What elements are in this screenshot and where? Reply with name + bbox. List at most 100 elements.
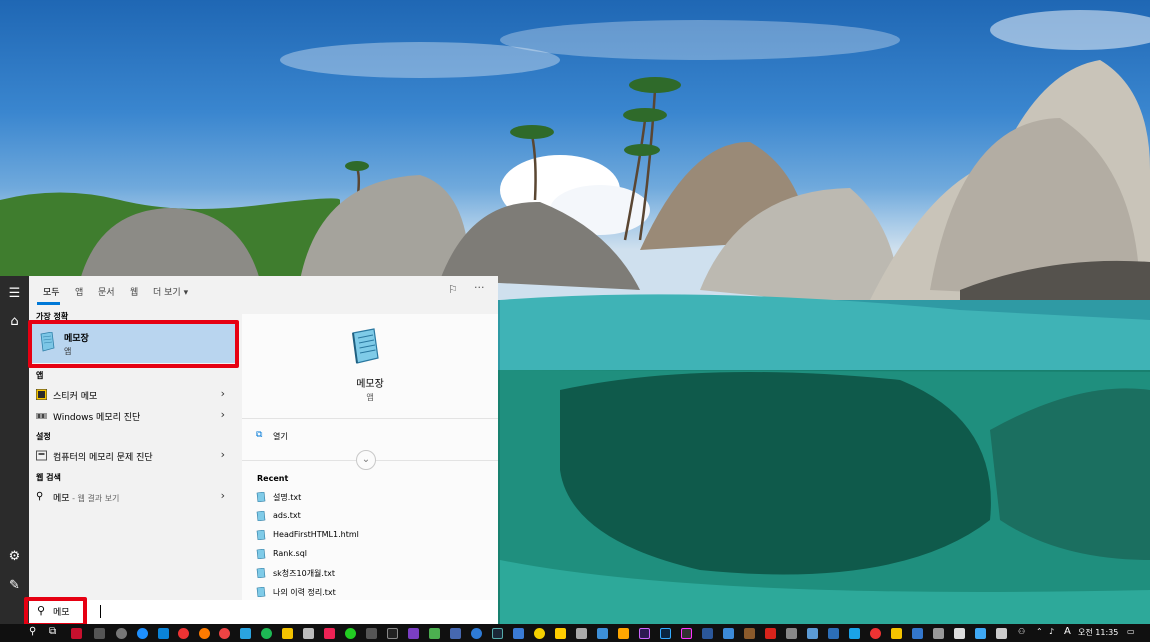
chevron-down-icon: ▾ [183, 288, 189, 298]
result-windows-memory-diagnostic[interactable]: Windows 메모리 진단 › [32, 405, 235, 425]
word-icon[interactable] [702, 628, 713, 639]
app-icon[interactable] [116, 628, 127, 639]
app-icon[interactable] [723, 628, 734, 639]
settings-gear-icon[interactable]: ⚙ [7, 549, 22, 564]
start-rail: ☰ ⌂ ⚙ ✎ [0, 276, 29, 624]
app-icon[interactable] [828, 628, 839, 639]
search-tabs: 모두 앱 문서 웹 더 보기 ▾ ⚐ ··· [29, 276, 498, 306]
result-label: 스티커 메모 [53, 392, 98, 402]
app-icon[interactable] [996, 628, 1007, 639]
premiere-icon[interactable] [639, 628, 650, 639]
chevron-right-icon[interactable]: › [221, 489, 225, 502]
notification-icon[interactable]: ▭ [1127, 627, 1135, 636]
clock[interactable]: 오전 11:35 [1078, 627, 1118, 638]
sticky-notes-icon [36, 389, 47, 400]
recent-file[interactable]: Rank.sql [256, 547, 486, 563]
app-icon[interactable] [429, 628, 440, 639]
recent-file-name: Rank.sql [273, 549, 307, 558]
app-icon[interactable] [786, 628, 797, 639]
feedback-icon[interactable]: ✎ [7, 578, 22, 593]
web-search-heading: 웹 검색 [36, 473, 61, 482]
app-icon[interactable] [618, 628, 629, 639]
open-action[interactable]: ⧉ 열기 [256, 430, 486, 446]
tray-chevron-up-icon[interactable]: ⌃ [1036, 627, 1043, 636]
active-tab-indicator [37, 302, 60, 305]
notepad-file-icon [256, 568, 266, 578]
people-icon[interactable]: ⚇ [1018, 627, 1025, 636]
tab-apps[interactable]: 앱 [75, 285, 83, 298]
file-explorer-icon[interactable] [282, 628, 293, 639]
app-icon[interactable] [366, 628, 377, 639]
filezilla-icon[interactable] [765, 628, 776, 639]
open-label: 열기 [273, 432, 288, 441]
tab-documents[interactable]: 문서 [98, 285, 115, 298]
settings-item-icon [36, 450, 47, 461]
app-icon[interactable] [576, 628, 587, 639]
firefox-icon[interactable] [199, 628, 210, 639]
kakaotalk-icon[interactable] [555, 628, 566, 639]
app-icon[interactable] [345, 628, 356, 639]
app-icon[interactable] [870, 628, 881, 639]
expand-chevron-icon[interactable]: ⌄ [356, 450, 376, 470]
app-icon[interactable] [261, 628, 272, 639]
app-icon[interactable] [954, 628, 965, 639]
recent-file-name: sk청즈10개월.txt [273, 569, 335, 578]
home-icon[interactable]: ⌂ [7, 314, 22, 329]
task-view-icon[interactable]: ⧉ [49, 626, 56, 637]
highlight-box-search [24, 597, 87, 627]
app-icon[interactable] [324, 628, 335, 639]
app-icon[interactable] [681, 628, 692, 639]
tab-all[interactable]: 모두 [43, 285, 60, 298]
app-icon[interactable] [471, 628, 482, 639]
app-icon[interactable] [912, 628, 923, 639]
store-icon[interactable] [303, 628, 314, 639]
app-icon[interactable] [178, 628, 189, 639]
app-icon[interactable] [744, 628, 755, 639]
app-icon[interactable] [933, 628, 944, 639]
input-language-indicator[interactable]: A [1064, 626, 1071, 637]
recent-file[interactable]: 나의 이력 정리.txt [256, 585, 486, 601]
chrome-icon[interactable] [219, 628, 230, 639]
more-options-icon[interactable]: ··· [474, 281, 485, 294]
result-memory-problem-settings[interactable]: 컴퓨터의 메모리 문제 진단 › [32, 445, 235, 465]
hamburger-menu-icon[interactable]: ☰ [7, 286, 22, 301]
app-icon[interactable] [849, 628, 860, 639]
app-icon[interactable] [597, 628, 608, 639]
notepad-file-icon [256, 492, 266, 502]
app-icon[interactable] [513, 628, 524, 639]
search-bar[interactable]: ⚲ 메모 [29, 600, 498, 624]
result-sticky-notes[interactable]: 스티커 메모 › [32, 384, 235, 404]
app-icon[interactable] [534, 628, 545, 639]
apps-heading: 앱 [36, 371, 44, 380]
result-web-search[interactable]: ⚲ 메모 - 웹 결과 보기 › [32, 486, 235, 506]
app-icon[interactable] [975, 628, 986, 639]
app-icon[interactable] [94, 628, 105, 639]
recent-file[interactable]: 설명.txt [256, 490, 486, 506]
volume-icon[interactable]: ♪ [1049, 627, 1054, 636]
tab-more[interactable]: 더 보기 ▾ [153, 285, 188, 298]
app-icon[interactable] [891, 628, 902, 639]
search-icon[interactable]: ⚲ [29, 626, 36, 637]
photoshop-icon[interactable] [660, 628, 671, 639]
app-icon[interactable] [240, 628, 251, 639]
recent-file[interactable]: HeadFirstHTML1.html [256, 528, 486, 544]
notepad-file-icon [256, 530, 266, 540]
app-icon[interactable] [137, 628, 148, 639]
chevron-right-icon[interactable]: › [221, 387, 225, 400]
app-icon[interactable] [807, 628, 818, 639]
steam-icon[interactable] [492, 628, 503, 639]
recent-file[interactable]: sk청즈10개월.txt [256, 566, 486, 582]
app-icon[interactable] [450, 628, 461, 639]
notepad-file-icon [256, 587, 266, 597]
edge-icon[interactable] [158, 628, 169, 639]
recent-file[interactable]: ads.txt [256, 509, 486, 525]
tab-web[interactable]: 웹 [130, 285, 138, 298]
recent-file-name: 설명.txt [273, 493, 302, 502]
chevron-right-icon[interactable]: › [221, 408, 225, 421]
visual-studio-icon[interactable] [408, 628, 419, 639]
notepad-file-icon [256, 511, 266, 521]
app-icon[interactable] [71, 628, 82, 639]
feedback-flag-icon[interactable]: ⚐ [448, 283, 458, 296]
terminal-icon[interactable] [387, 628, 398, 639]
chevron-right-icon[interactable]: › [221, 448, 225, 461]
